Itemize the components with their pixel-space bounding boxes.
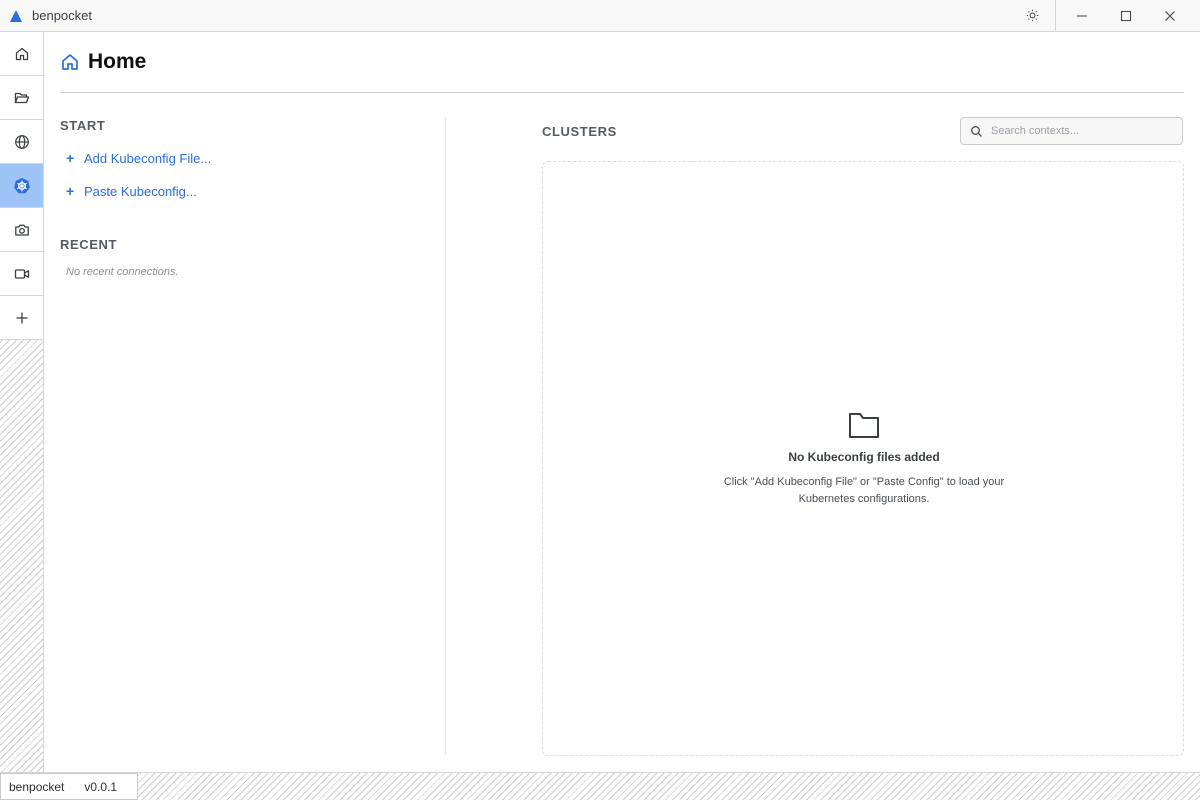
recent-empty-message: No recent connections. [66, 266, 179, 278]
home-icon [62, 54, 78, 70]
search-icon [971, 126, 982, 137]
app-title: benpocket [32, 8, 92, 23]
status-app-name: benpocket [9, 779, 65, 794]
minimize-button[interactable] [1060, 0, 1104, 31]
folder-open-icon [14, 92, 29, 103]
folder-icon [849, 413, 879, 438]
sidebar-item-kubernetes[interactable] [0, 164, 43, 208]
clusters-empty-title: No Kubeconfig files added [788, 450, 940, 464]
title-bar: benpocket [0, 0, 1200, 32]
paste-kubeconfig-button[interactable]: + Paste Kubeconfig... [66, 183, 197, 199]
page-header: Home [60, 32, 1184, 93]
home-icon [15, 47, 28, 60]
page-title: Home [88, 50, 147, 73]
camera-icon [14, 224, 29, 236]
sun-icon [1026, 9, 1038, 22]
paste-kubeconfig-label: Paste Kubeconfig... [84, 183, 197, 199]
clusters-section-label: CLUSTERS [542, 124, 617, 139]
close-button[interactable] [1148, 0, 1192, 31]
sidebar-item-home[interactable] [0, 32, 43, 76]
sidebar-item-files[interactable] [0, 76, 43, 120]
status-app-info: benpocket v0.0.1 [0, 773, 138, 800]
column-divider [445, 118, 446, 754]
titlebar-divider [1055, 0, 1056, 31]
globe-icon [14, 134, 29, 149]
plus-icon [16, 312, 27, 323]
sidebar-item-video[interactable] [0, 252, 43, 296]
clusters-panel: No Kubeconfig files added Click "Add Kub… [542, 161, 1184, 756]
theme-toggle-button[interactable] [1010, 0, 1054, 31]
add-kubeconfig-file-button[interactable]: + Add Kubeconfig File... [66, 150, 211, 166]
sidebar [0, 32, 44, 772]
video-icon [14, 268, 29, 279]
maximize-button[interactable] [1104, 0, 1148, 31]
kubernetes-icon [13, 177, 30, 193]
sidebar-item-camera[interactable] [0, 208, 43, 252]
plus-icon: + [66, 150, 75, 166]
status-bar: benpocket v0.0.1 [0, 772, 1200, 800]
close-icon [1165, 10, 1175, 21]
status-version: v0.0.1 [84, 779, 118, 794]
sidebar-item-add[interactable] [0, 296, 43, 340]
search-contexts-field[interactable] [960, 117, 1183, 145]
minimize-icon [1077, 14, 1087, 17]
add-kubeconfig-file-label: Add Kubeconfig File... [84, 150, 212, 166]
clusters-empty-description: Click "Add Kubeconfig File" or "Paste Co… [723, 476, 1005, 505]
start-section-label: START [60, 118, 106, 133]
main-content: Home START + Add Kubeconfig File... + Pa… [44, 32, 1200, 772]
recent-section-label: RECENT [60, 237, 118, 252]
sidebar-item-network[interactable] [0, 120, 43, 164]
maximize-icon [1120, 10, 1132, 21]
search-contexts-input[interactable] [991, 122, 1176, 140]
plus-icon: + [66, 183, 75, 199]
triangle-logo-icon [10, 10, 22, 22]
